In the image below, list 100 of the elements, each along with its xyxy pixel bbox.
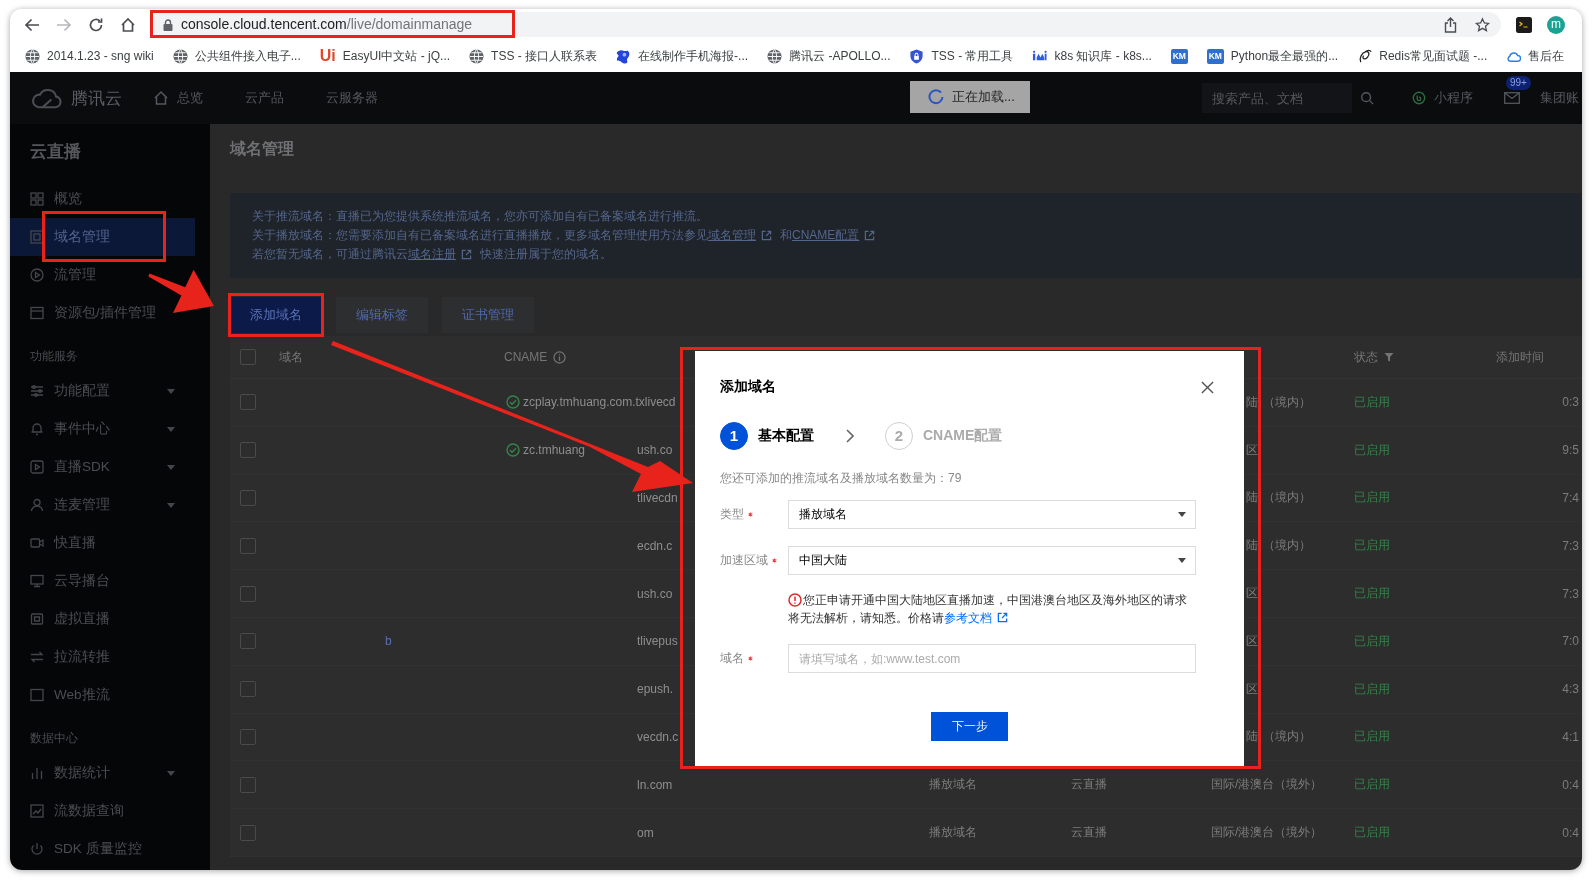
bookmark[interactable]: k8s 知识库 - k8s... [1030, 47, 1154, 65]
account-name[interactable]: 集团账 [1540, 89, 1579, 107]
table-cell: 7:3 [1562, 586, 1579, 601]
sidebar-item[interactable]: Web推流 [10, 676, 118, 714]
sidebar-item[interactable]: 虚拟直播 [10, 600, 118, 638]
row-checkbox[interactable] [240, 824, 256, 841]
sidebar-item[interactable]: 概览 [10, 180, 90, 218]
sidebar-group-label: 数据中心 [29, 730, 78, 747]
action-button[interactable]: 编辑标签 [336, 297, 428, 333]
select-field[interactable]: 播放域名 [788, 500, 1196, 529]
nav-link[interactable]: 云产品 [245, 89, 284, 107]
star-icon[interactable] [1475, 16, 1490, 33]
monitor-icon [30, 574, 44, 588]
ring-icon [1412, 91, 1426, 105]
domain-input[interactable]: 请填写域名，如:www.test.com [788, 644, 1196, 673]
sidebar-item[interactable]: 资源包/插件管理 [10, 294, 164, 332]
close-icon[interactable] [1201, 380, 1214, 394]
column-header: 状态 [1354, 348, 1378, 366]
home-icon[interactable] [120, 16, 136, 33]
row-checkbox[interactable] [240, 585, 256, 602]
bookmark[interactable]: 2014.1.23 - sng wiki [23, 48, 156, 64]
table-cell: vecdn.c [637, 729, 679, 744]
back-icon[interactable] [24, 16, 40, 33]
chart-icon [30, 804, 44, 818]
row-checkbox[interactable] [240, 490, 256, 506]
swirl-icon [1357, 48, 1373, 64]
sidebar-item[interactable]: 功能配置 [10, 372, 195, 410]
filter-icon[interactable] [1384, 352, 1394, 362]
column-header: 添加时间 [1496, 349, 1544, 364]
share-icon[interactable] [1443, 16, 1458, 33]
step-number: 1 [720, 422, 748, 450]
sidebar-item[interactable]: 数据统计 [10, 754, 195, 792]
sidebar-item[interactable]: 拉流转推 [10, 638, 118, 676]
video-icon [30, 460, 44, 474]
row-checkbox[interactable] [240, 728, 256, 745]
lock-icon [163, 18, 173, 31]
bookmark[interactable]: 公共组件接入电子... [170, 47, 303, 65]
reload-icon[interactable] [88, 16, 104, 33]
info-icon[interactable] [553, 350, 567, 364]
power-icon [30, 842, 44, 856]
count-badge: 99+ [1506, 76, 1531, 90]
select-field[interactable]: 中国大陆 [788, 546, 1196, 575]
nav-link[interactable]: 总览 [153, 89, 203, 107]
bookmark[interactable]: Redis常见面试题 -... [1355, 47, 1490, 65]
bookmark[interactable]: TSS - 常用工具 [907, 47, 1016, 65]
profile-avatar[interactable]: m [1547, 15, 1565, 34]
doc-link[interactable]: 参考文档 [944, 611, 992, 625]
bookmark[interactable]: KM [1168, 48, 1190, 64]
select-all-checkbox[interactable] [240, 349, 256, 365]
mail-icon[interactable] [1504, 92, 1520, 104]
sidebar-item[interactable]: 连麦管理 [10, 486, 195, 524]
table-cell: ln.com [637, 777, 673, 792]
bookmark[interactable]: KM Python最全最强的... [1204, 47, 1341, 65]
sidebar-item[interactable]: 云导播台 [10, 562, 118, 600]
table-cell: 国际/港澳台（境外） [1211, 824, 1323, 842]
sidebar-item[interactable]: 直播SDK [10, 448, 195, 486]
action-button[interactable]: 证书管理 [442, 297, 534, 333]
notice-link[interactable]: CNAME配置 [792, 226, 860, 245]
notice-link[interactable]: 域名注册 [408, 245, 456, 264]
status-text: 已启用 [1354, 538, 1390, 553]
action-button[interactable]: 添加域名 [230, 297, 322, 333]
caret-down-icon [167, 388, 175, 394]
status-text: 已启用 [1354, 777, 1390, 792]
row-checkbox[interactable] [240, 633, 256, 650]
row-checkbox[interactable] [240, 681, 256, 698]
sidebar-item[interactable]: 域名管理 [10, 218, 195, 256]
row-checkbox[interactable] [240, 442, 256, 459]
external-link-icon [864, 230, 876, 241]
mini-program-link[interactable]: 小程序 [1412, 89, 1473, 107]
status-text: 已启用 [1354, 490, 1390, 505]
bookmark[interactable]: 腾讯云 -APOLLO... [765, 47, 893, 65]
row-checkbox[interactable] [240, 537, 256, 554]
caret-down-icon [167, 426, 175, 432]
table-cell: 播放域名 [929, 777, 977, 792]
notice-link[interactable]: 域名管理 [708, 226, 756, 245]
table-cell: 0:3 [1562, 395, 1579, 410]
search-field[interactable]: 搜索产品、文档 [1202, 83, 1352, 113]
globe-icon [469, 48, 485, 64]
sidebar-item[interactable]: 事件中心 [10, 410, 195, 448]
next-button[interactable]: 下一步 [931, 712, 1008, 741]
caret-down-icon [167, 770, 175, 776]
row-checkbox[interactable] [240, 776, 256, 793]
bookmark[interactable]: Ui EasyUI中文站 - jQ... [317, 47, 453, 65]
bookmark[interactable]: 在线制作手机海报-... [614, 47, 751, 65]
address-bar[interactable]: console.cloud.tencent.com/live/domainmanage [150, 12, 1501, 37]
table-cell: 0:4 [1562, 825, 1579, 840]
sidebar-item[interactable]: 快直播 [10, 524, 104, 562]
status-text: 已启用 [1354, 729, 1390, 744]
bookmark[interactable]: 售后在 [1504, 47, 1567, 65]
row-checkbox[interactable] [240, 394, 256, 411]
sidebar-item[interactable]: SDK 质量监控 [10, 830, 150, 868]
table-cell: 9:5 [1562, 443, 1579, 458]
bar-chart-icon [30, 766, 44, 780]
sidebar-item[interactable]: 流管理 [10, 256, 104, 294]
status-text: 已启用 [1354, 394, 1390, 409]
sidebar-item[interactable]: 流数据查询 [10, 792, 132, 830]
search-icon[interactable] [1360, 91, 1374, 105]
nav-link[interactable]: 云服务器 [326, 89, 378, 107]
terminal-icon[interactable] [1516, 16, 1532, 33]
bookmark[interactable]: TSS - 接口人联系表 [467, 47, 600, 65]
